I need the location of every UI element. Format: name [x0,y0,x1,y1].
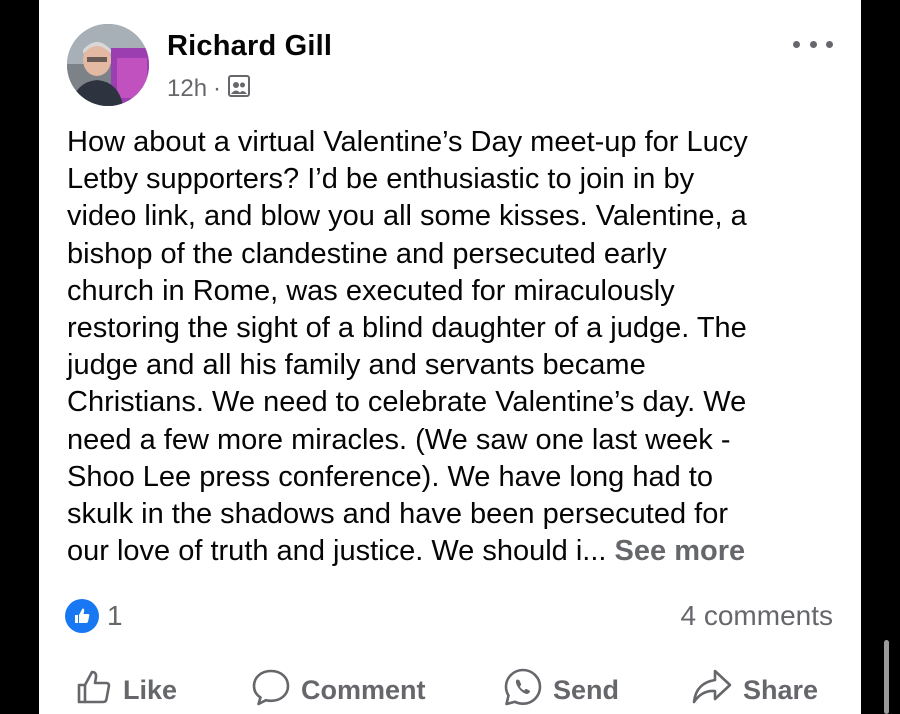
meta-separator: · [213,75,222,102]
whatsapp-icon [503,667,543,714]
share-button[interactable]: Share [691,668,818,712]
author-name[interactable]: Richard Gill [167,30,332,63]
post-body: How about a virtual Valentine’s Day meet… [67,126,748,568]
comment-label: Comment [301,674,426,705]
scrollbar-thumb[interactable] [884,640,889,714]
share-arrow-icon [691,668,733,713]
share-label: Share [743,674,819,705]
comments-count[interactable]: 4 comments [681,598,834,634]
like-label: Like [123,674,178,705]
like-reaction-icon [65,599,99,633]
thumbs-up-icon [75,668,113,713]
send-label: Send [553,674,620,705]
post-text: How about a virtual Valentine’s Day meet… [67,124,837,570]
post-time[interactable]: 12h [167,75,207,103]
reaction-summary[interactable]: 1 [65,598,123,634]
like-button[interactable]: Like [75,668,177,712]
see-more-link[interactable]: See more [615,535,746,567]
avatar-photo [67,24,149,106]
post-meta: 12h · [167,74,251,104]
comment-button[interactable]: Comment [251,668,426,712]
reaction-count: 1 [107,600,123,631]
comment-bubble-icon [251,667,291,714]
public-icon [227,74,251,105]
send-button[interactable]: Send [503,668,619,712]
more-options-icon[interactable] [793,34,833,54]
post-card: Richard Gill 12h · How about a virtual V… [39,0,861,714]
avatar[interactable] [67,24,149,106]
